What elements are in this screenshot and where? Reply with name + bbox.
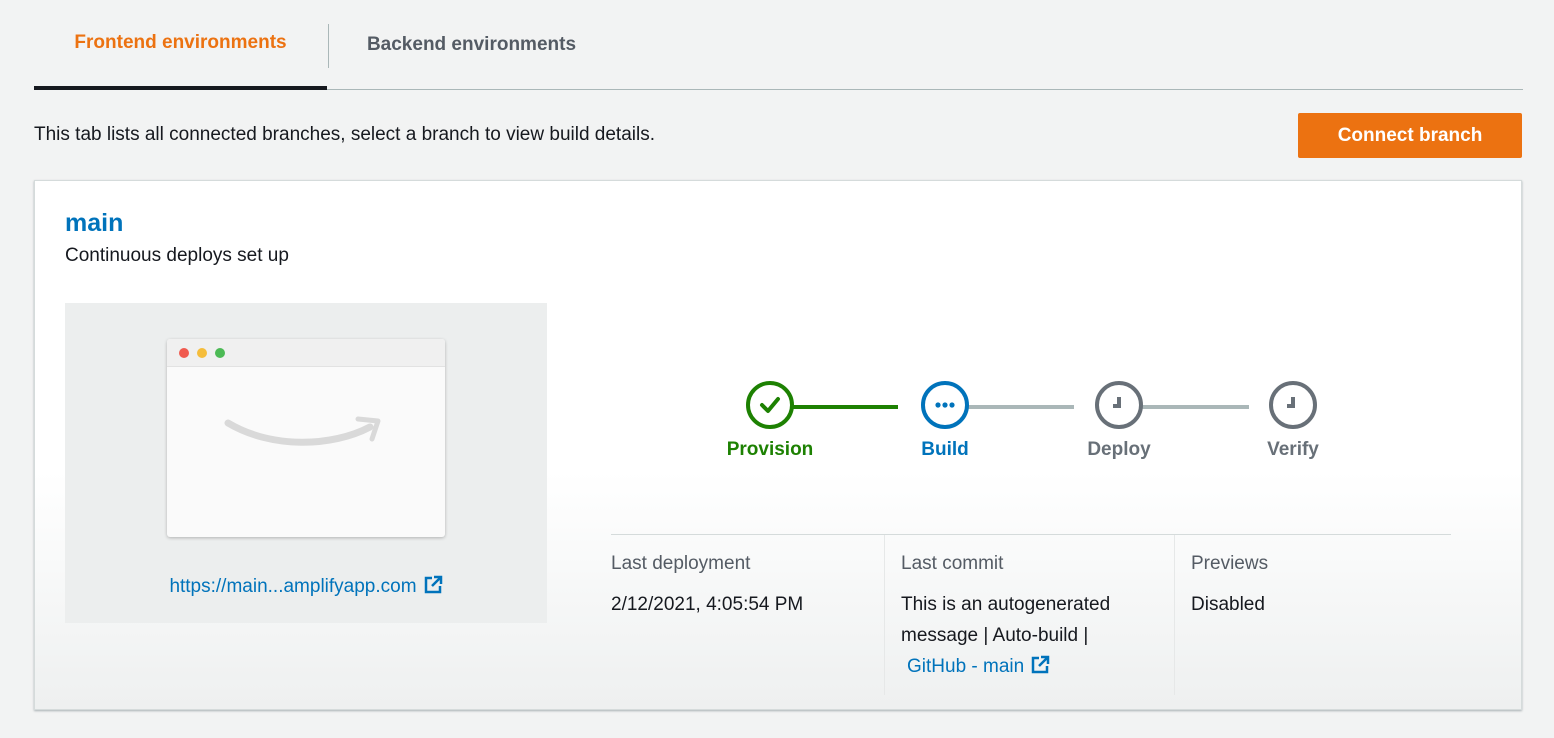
maximize-dot-icon [215, 348, 225, 358]
site-preview: https://main...amplifyapp.com [65, 303, 547, 623]
app-url-link[interactable]: https://main...amplifyapp.com [65, 575, 547, 598]
browser-thumbnail[interactable] [167, 339, 445, 537]
tab-frontend-environments[interactable]: Frontend environments [34, 0, 327, 90]
external-link-icon [424, 575, 442, 594]
step-label: Provision [726, 439, 814, 460]
last-deployment-value: 2/12/2021, 4:05:54 PM [611, 594, 804, 615]
deployment-stepper: Provision Build Deploy Verify [725, 381, 1345, 471]
last-commit-message: This is an autogenerated message | Auto-… [901, 589, 1174, 682]
branch-name-link[interactable]: main [65, 209, 123, 238]
branch-subtitle: Continuous deploys set up [65, 245, 289, 266]
check-icon [746, 381, 794, 429]
environment-tabs: Frontend environments Backend environmen… [34, 0, 1523, 90]
previews-label: Previews [1191, 553, 1269, 574]
last-deployment-label: Last deployment [611, 553, 751, 574]
step-verify: Verify [1233, 381, 1353, 461]
tab-backend-environments[interactable]: Backend environments [329, 0, 614, 90]
last-commit-label: Last commit [901, 553, 1004, 574]
external-link-icon [1031, 655, 1050, 674]
step-provision: Provision [710, 381, 830, 461]
last-commit-column: Last commit This is an autogenerated mes… [884, 535, 1174, 695]
app-url-text: https://main...amplifyapp.com [169, 576, 417, 597]
step-label: Build [921, 439, 969, 460]
step-deploy: Deploy [1059, 381, 1179, 461]
last-deployment-column: Last deployment 2/12/2021, 4:05:54 PM [611, 535, 884, 695]
commit-message-line: This is an autogenerated [901, 594, 1111, 615]
tab-description: This tab lists all connected branches, s… [34, 124, 655, 145]
deployment-details: Last deployment 2/12/2021, 4:05:54 PM La… [611, 534, 1451, 695]
clock-icon [1095, 381, 1143, 429]
branch-card: main Continuous deploys set up https://m… [34, 180, 1522, 710]
connect-branch-button[interactable]: Connect branch [1298, 113, 1522, 158]
step-label: Verify [1267, 439, 1319, 460]
clock-icon [1269, 381, 1317, 429]
step-build: Build [885, 381, 1005, 461]
github-branch-link[interactable]: GitHub - main [901, 655, 1050, 677]
tab-label: Frontend environments [74, 32, 287, 53]
step-label: Deploy [1087, 439, 1151, 460]
github-link-text: GitHub - main [907, 656, 1025, 677]
previews-value: Disabled [1191, 594, 1265, 615]
amazon-smile-logo-icon [224, 416, 381, 446]
close-dot-icon [179, 348, 189, 358]
commit-message-line: message | Auto-build | [901, 625, 1089, 646]
tab-label: Backend environments [366, 34, 577, 55]
browser-title-bar [167, 339, 445, 367]
minimize-dot-icon [197, 348, 207, 358]
previews-column: Previews Disabled [1174, 535, 1451, 695]
ellipsis-icon [921, 381, 969, 429]
